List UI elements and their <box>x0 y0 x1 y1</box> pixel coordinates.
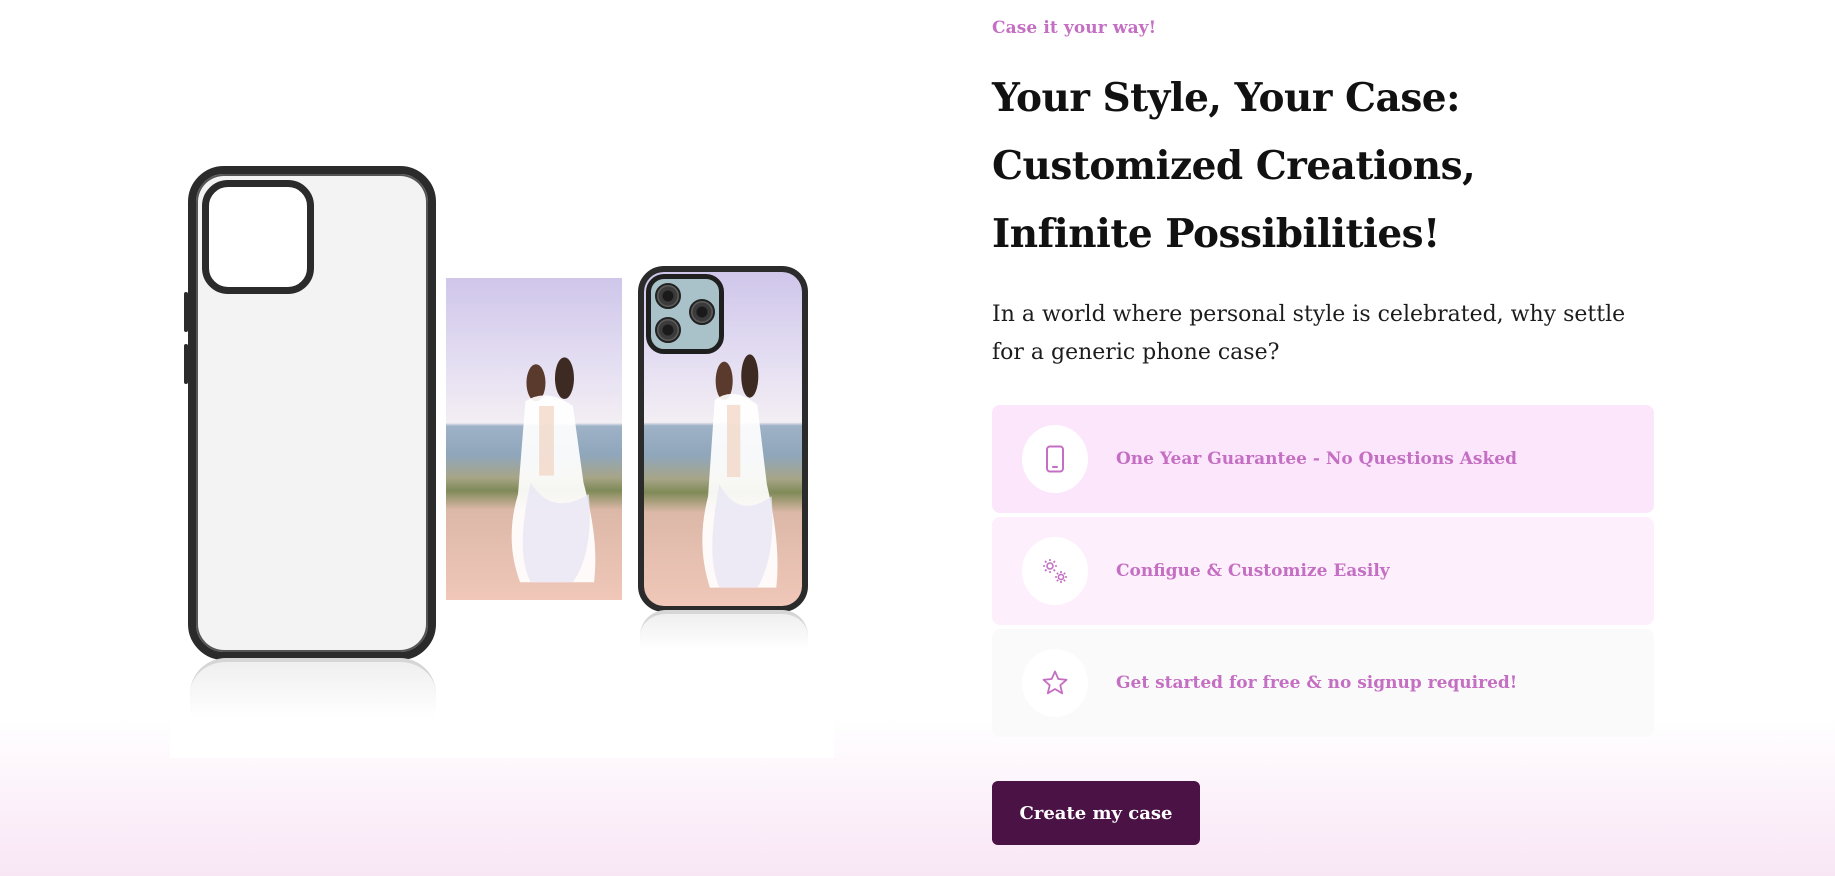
camera-lens <box>655 317 681 343</box>
feature-label: One Year Guarantee - No Questions Asked <box>1116 449 1517 469</box>
camera-lens <box>655 283 681 309</box>
couple-illustration <box>702 354 778 588</box>
intro-text: In a world where personal style is celeb… <box>992 302 1626 365</box>
page-title: Your Style, Your Case: Customized Creati… <box>992 75 1476 257</box>
feature-customize: Configue & Customize Easily <box>992 517 1654 625</box>
star-icon <box>1022 649 1088 717</box>
eyebrow-text: Case it your way! <box>992 18 1157 38</box>
case-reflection <box>640 610 808 650</box>
camera-lens <box>689 299 715 325</box>
feature-free-start: Get started for free & no signup require… <box>992 629 1654 737</box>
printed-phone-case <box>638 266 808 612</box>
side-button <box>184 292 188 332</box>
photo-print <box>446 278 622 600</box>
case-reflection <box>190 658 436 718</box>
beach-photo <box>446 278 622 600</box>
blank-phone-case <box>184 166 436 660</box>
side-button <box>184 344 188 384</box>
feature-guarantee: One Year Guarantee - No Questions Asked <box>992 405 1654 513</box>
camera-module <box>646 274 724 354</box>
camera-cutout <box>202 180 314 294</box>
create-case-button[interactable]: Create my case <box>992 781 1200 845</box>
phone-icon <box>1022 425 1088 493</box>
feature-label: Get started for free & no signup require… <box>1116 673 1518 693</box>
feature-list: One Year Guarantee - No Questions Asked … <box>992 405 1654 741</box>
product-image <box>170 162 834 758</box>
couple-illustration <box>511 357 596 583</box>
feature-label: Configue & Customize Easily <box>1116 561 1390 581</box>
gears-icon <box>1022 537 1088 605</box>
